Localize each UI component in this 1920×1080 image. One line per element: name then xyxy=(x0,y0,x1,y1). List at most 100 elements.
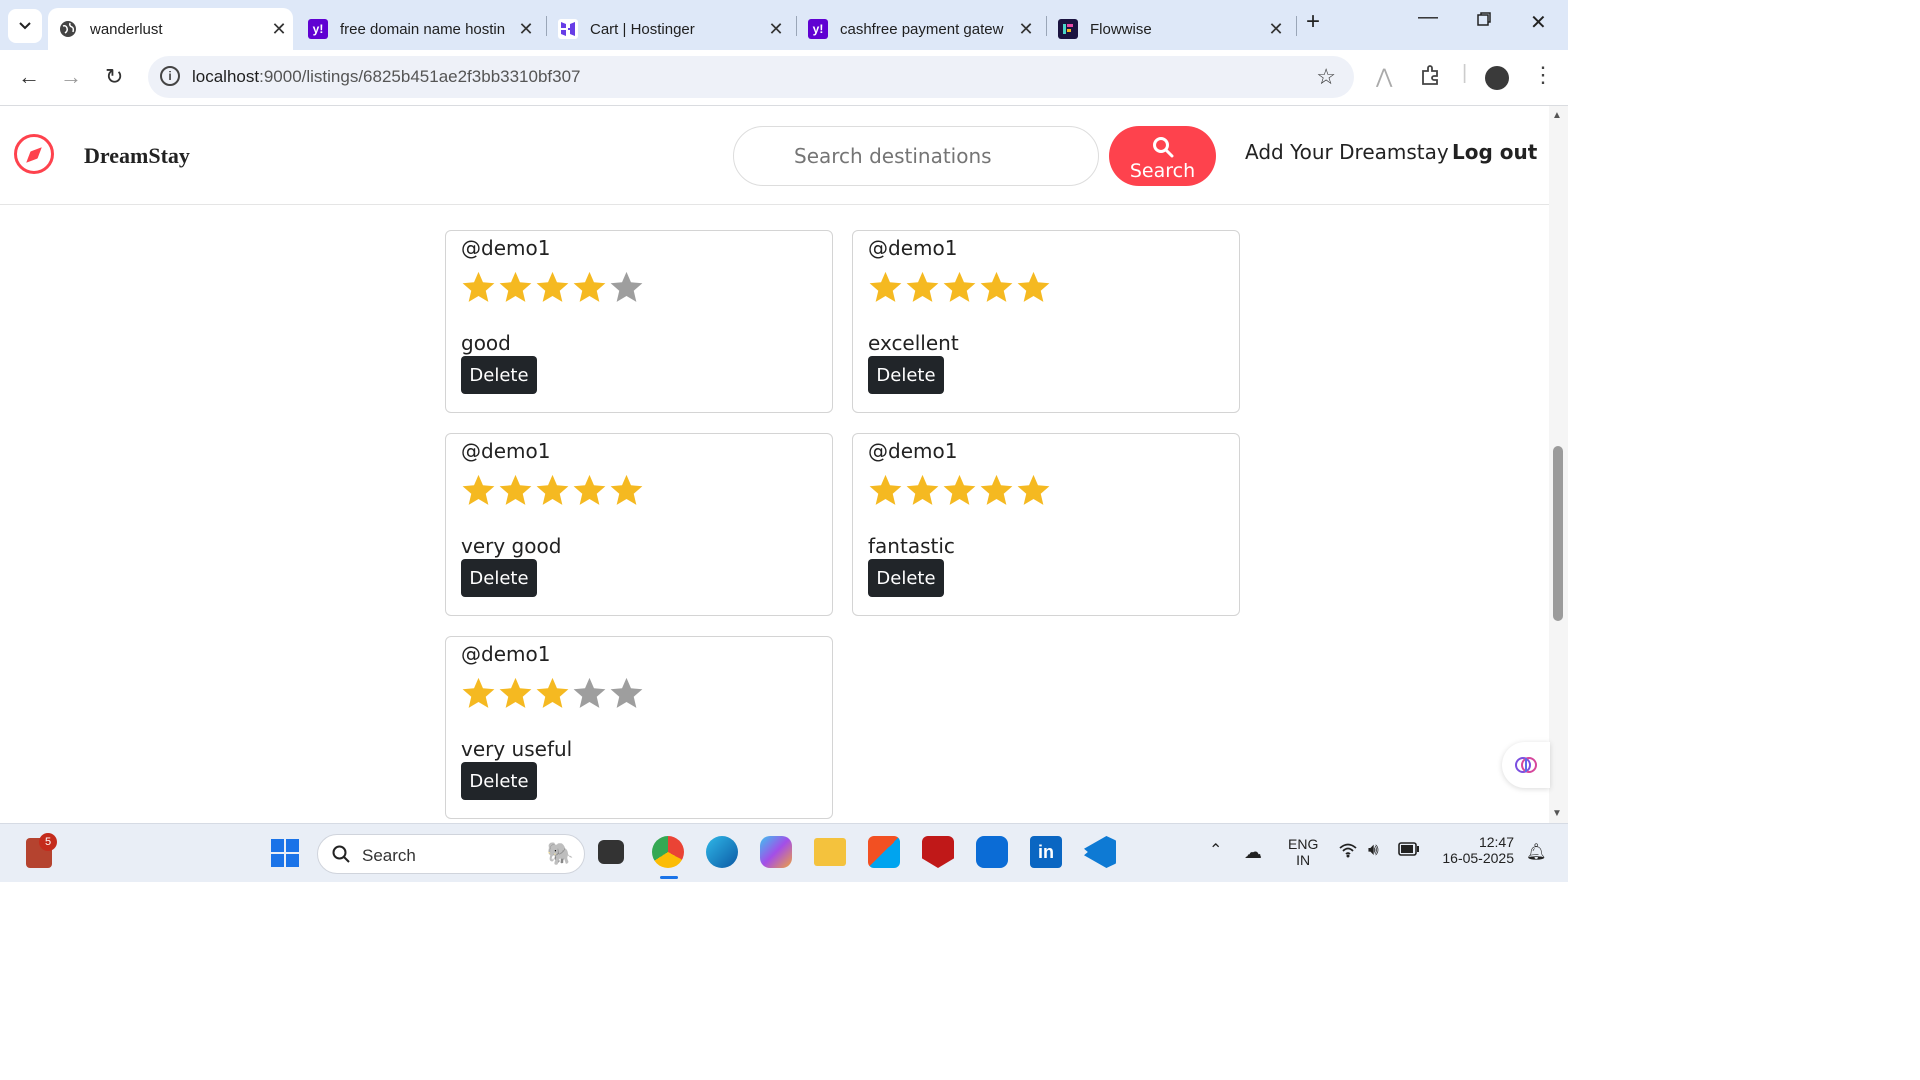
windows-start-icon[interactable] xyxy=(270,838,300,868)
profile-avatar[interactable] xyxy=(1485,66,1509,90)
add-dreamstay-link[interactable]: Add Your Dreamstay xyxy=(1245,140,1449,164)
close-window-icon[interactable]: ✕ xyxy=(1530,10,1547,35)
task-view-icon[interactable] xyxy=(598,840,624,864)
review-author: @demo1 xyxy=(461,439,551,463)
review-comment: very useful xyxy=(461,737,573,761)
hostinger-icon xyxy=(558,19,578,39)
battery-icon[interactable] xyxy=(1398,842,1420,859)
review-card: @demo1 good Delete xyxy=(445,230,833,413)
linkedin-icon[interactable]: in xyxy=(1030,836,1062,868)
tab-separator xyxy=(1046,16,1047,36)
url-bar[interactable]: i localhost:9000/listings/6825b451ae2f3b… xyxy=(148,56,1354,98)
star-empty-icon xyxy=(610,677,643,708)
page-scrollbar[interactable]: ▲ ▼ xyxy=(1549,106,1568,823)
review-author: @demo1 xyxy=(461,642,551,666)
tab-hostinger-cart[interactable]: Cart | Hostinger ✕ xyxy=(548,8,790,50)
restore-icon[interactable] xyxy=(1476,10,1492,33)
tab-flowwise[interactable]: Flowwise ✕ xyxy=(1048,8,1290,50)
volume-icon[interactable]: 🔊︎ xyxy=(1368,840,1379,860)
scroll-up-arrow-icon[interactable]: ▲ xyxy=(1552,110,1562,121)
forward-icon[interactable]: → xyxy=(60,64,82,90)
elephant-illustration-icon: 🐘 xyxy=(546,841,574,866)
delete-review-button[interactable]: Delete xyxy=(461,559,537,597)
language-indicator[interactable]: ENG IN xyxy=(1288,836,1318,868)
close-tab-icon[interactable]: ✕ xyxy=(265,19,293,40)
star-filled-icon xyxy=(462,474,495,505)
review-comment: very good xyxy=(461,534,562,558)
minimize-icon[interactable]: — xyxy=(1418,6,1438,29)
compass-logo-icon[interactable] xyxy=(14,134,54,174)
site-info-icon[interactable]: i xyxy=(160,66,180,86)
star-rating xyxy=(460,269,645,307)
scroll-down-arrow-icon[interactable]: ▼ xyxy=(1552,808,1562,819)
edge-taskbar-icon[interactable] xyxy=(706,836,738,868)
tab-wanderlust[interactable]: wanderlust ✕ xyxy=(48,8,293,50)
copilot-taskbar-icon[interactable] xyxy=(760,836,792,868)
brand-name[interactable]: DreamStay xyxy=(84,143,190,169)
search-icon xyxy=(1152,137,1173,158)
chevron-down-icon xyxy=(19,22,31,30)
review-author: @demo1 xyxy=(461,236,551,260)
onedrive-cloud-icon[interactable]: ☁ xyxy=(1244,842,1262,863)
logout-link[interactable]: Log out xyxy=(1452,140,1537,164)
search-button-label: Search xyxy=(1129,160,1196,182)
search-destinations-input[interactable] xyxy=(733,126,1099,186)
review-comment: excellent xyxy=(868,331,959,355)
back-icon[interactable]: ← xyxy=(18,64,40,90)
tab-search-button[interactable] xyxy=(8,9,42,43)
star-filled-icon xyxy=(536,677,569,708)
yahoo-icon: y! xyxy=(308,19,328,39)
chrome-taskbar-icon[interactable] xyxy=(652,836,684,868)
browser-tab-bar: wanderlust ✕ y! free domain name hostin … xyxy=(0,0,1568,50)
tab-separator xyxy=(1296,16,1297,36)
star-filled-icon xyxy=(536,271,569,302)
tab-separator xyxy=(546,16,547,36)
star-filled-icon xyxy=(980,271,1013,302)
search-button[interactable]: Search xyxy=(1109,126,1216,186)
toolbar-divider: | xyxy=(1462,62,1468,84)
star-empty-icon xyxy=(610,271,643,302)
delete-review-button[interactable]: Delete xyxy=(868,356,944,394)
new-tab-icon[interactable]: + xyxy=(1306,8,1320,36)
flowwise-icon xyxy=(1058,19,1078,39)
star-filled-icon xyxy=(980,474,1013,505)
tab-free-domain[interactable]: y! free domain name hostin ✕ xyxy=(298,8,540,50)
wifi-icon[interactable] xyxy=(1338,842,1358,863)
scroll-thumb[interactable] xyxy=(1553,446,1563,621)
microsoft-store-icon[interactable] xyxy=(868,836,900,868)
bookmark-star-icon[interactable]: ☆ xyxy=(1316,64,1336,90)
review-author: @demo1 xyxy=(868,236,958,260)
close-tab-icon[interactable]: ✕ xyxy=(1262,19,1290,40)
close-tab-icon[interactable]: ✕ xyxy=(512,19,540,40)
star-filled-icon xyxy=(943,474,976,505)
clock[interactable]: 12:47 16-05-2025 xyxy=(1438,834,1514,866)
globe-icon xyxy=(58,19,78,39)
close-tab-icon[interactable]: ✕ xyxy=(762,19,790,40)
delete-review-button[interactable]: Delete xyxy=(461,762,537,800)
star-filled-icon xyxy=(573,474,606,505)
show-hidden-icons-chevron-icon[interactable]: ⌃ xyxy=(1209,840,1222,860)
delete-review-button[interactable]: Delete xyxy=(461,356,537,394)
menu-dots-icon[interactable]: ⋮ xyxy=(1532,62,1554,88)
star-rating xyxy=(460,472,645,510)
puzzle-extensions-icon[interactable] xyxy=(1420,64,1442,92)
close-tab-icon[interactable]: ✕ xyxy=(1012,19,1040,40)
tab-cashfree[interactable]: y! cashfree payment gatew ✕ xyxy=(798,8,1040,50)
vscode-icon[interactable] xyxy=(1084,836,1116,868)
address-toolbar: ← → ↻ i localhost:9000/listings/6825b451… xyxy=(0,50,1568,106)
file-explorer-icon[interactable] xyxy=(814,838,846,866)
notification-badge: 5 xyxy=(39,833,57,851)
mcafee-icon[interactable] xyxy=(922,836,954,868)
notifications-bell-icon[interactable]: 🔔︎ xyxy=(1526,842,1546,862)
reload-icon[interactable]: ↻ xyxy=(105,64,123,90)
review-comment: good xyxy=(461,331,511,355)
extension-a-icon[interactable]: ⋀ xyxy=(1376,64,1392,89)
site-navbar: DreamStay Search Add Your Dreamstay Log … xyxy=(0,106,1549,205)
url-text[interactable]: localhost:9000/listings/6825b451ae2f3bb3… xyxy=(192,67,581,87)
alexa-icon[interactable] xyxy=(976,836,1008,868)
delete-review-button[interactable]: Delete xyxy=(868,559,944,597)
yahoo-icon: y! xyxy=(808,19,828,39)
ai-assistant-brain-icon[interactable] xyxy=(1502,742,1550,788)
taskbar-search-box[interactable]: Search 🐘 xyxy=(317,834,585,874)
active-app-indicator xyxy=(660,876,678,879)
